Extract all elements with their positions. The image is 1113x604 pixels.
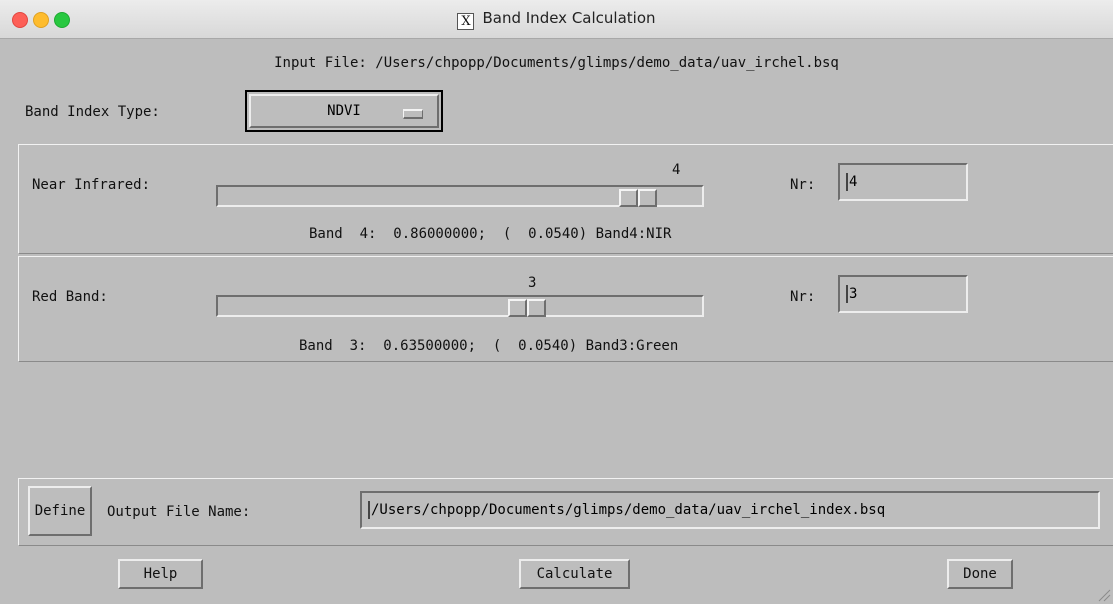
slider-thumb-right[interactable] [638, 189, 657, 207]
slider-thumb-right[interactable] [527, 299, 546, 317]
band-index-type-label: Band Index Type: [25, 104, 160, 120]
near-infrared-band-info: Band 4: 0.86000000; ( 0.0540) Band4:NIR [309, 226, 672, 242]
red-band-nr-value: 3 [849, 286, 858, 302]
red-band-band-info: Band 3: 0.63500000; ( 0.0540) Band3:Gree… [299, 338, 679, 354]
output-file-name-label: Output File Name: [107, 504, 251, 520]
define-button[interactable]: Define [28, 486, 92, 536]
near-infrared-slider-value: 4 [672, 162, 681, 178]
title-bar: X Band Index Calculation [0, 0, 1113, 39]
slider-thumb-left[interactable] [619, 189, 638, 207]
window-title-wrap: X Band Index Calculation [0, 9, 1113, 30]
near-infrared-slider[interactable] [216, 185, 704, 207]
band-index-type-value: NDVI [327, 103, 361, 119]
band-index-window: X Band Index Calculation Input File: /Use… [0, 0, 1113, 604]
calculate-button[interactable]: Calculate [519, 559, 630, 589]
near-infrared-label: Near Infrared: [32, 177, 151, 193]
help-button[interactable]: Help [118, 559, 203, 589]
red-band-slider-thumb[interactable] [508, 299, 546, 317]
text-cursor [846, 173, 848, 191]
red-band-slider[interactable] [216, 295, 704, 317]
resize-grip-icon[interactable] [1097, 588, 1111, 602]
done-button[interactable]: Done [947, 559, 1013, 589]
band-index-type-button[interactable]: NDVI [249, 94, 439, 128]
x11-icon: X [457, 13, 475, 30]
slider-thumb-left[interactable] [508, 299, 527, 317]
near-infrared-slider-thumb[interactable] [619, 189, 657, 207]
near-infrared-nr-value: 4 [849, 174, 858, 190]
band-index-type-dropdown[interactable]: NDVI [245, 90, 443, 132]
text-cursor [846, 285, 848, 303]
text-cursor [368, 501, 370, 519]
near-infrared-nr-label: Nr: [790, 177, 816, 193]
red-band-nr-input[interactable]: 3 [838, 275, 968, 313]
output-file-name-value: /Users/chpopp/Documents/glimps/demo_data… [371, 502, 886, 518]
red-band-label: Red Band: [32, 289, 108, 305]
red-band-slider-value: 3 [528, 275, 537, 291]
input-file-label: Input File: /Users/chpopp/Documents/glim… [274, 55, 839, 71]
near-infrared-nr-input[interactable]: 4 [838, 163, 968, 201]
window-title: Band Index Calculation [482, 9, 656, 27]
option-menu-indicator-icon [403, 109, 423, 119]
output-file-name-input[interactable]: /Users/chpopp/Documents/glimps/demo_data… [360, 491, 1100, 529]
red-band-nr-label: Nr: [790, 289, 816, 305]
